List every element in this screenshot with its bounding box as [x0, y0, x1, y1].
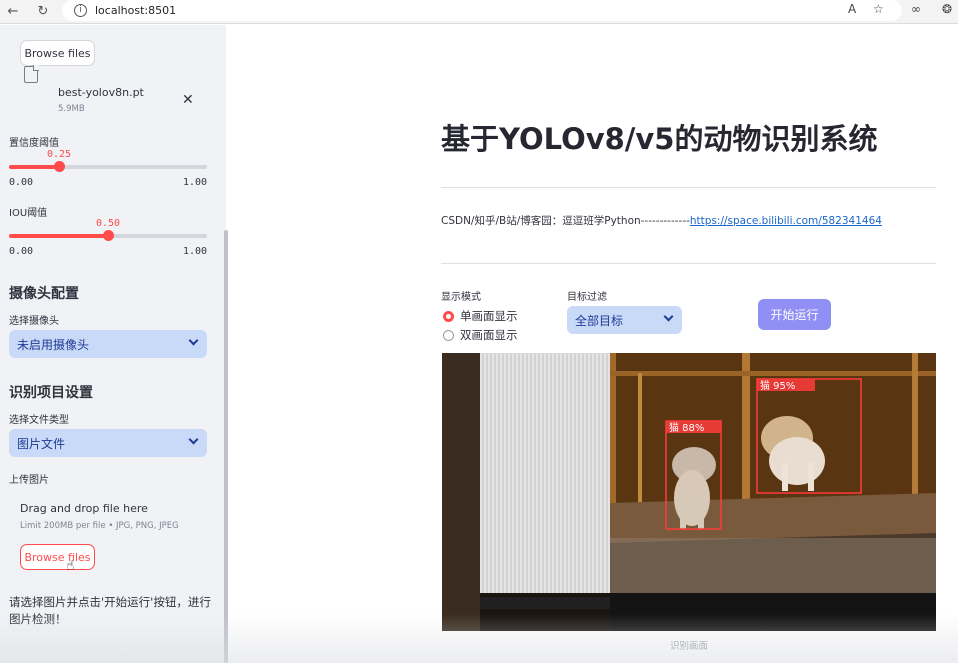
upload-image-label: 上传图片	[9, 475, 49, 486]
extensions-icon[interactable]: ∞	[911, 2, 921, 16]
dropzone-title: Drag and drop file here	[20, 502, 148, 515]
chevron-down-icon	[663, 311, 674, 322]
credit-text: CSDN/知乎/B站/博客园：逗逗班学Python-------------	[441, 215, 690, 227]
radio-selected-icon	[443, 310, 454, 322]
remove-file-icon[interactable]: ✕	[182, 92, 194, 108]
chevron-down-icon	[188, 335, 199, 346]
iou-slider[interactable]	[9, 230, 207, 241]
info-message: 请选择图片并点击'开始运行'按钮，进行图片检测！	[9, 595, 211, 626]
iou-label: IOU阈值	[9, 208, 48, 219]
confidence-slider-thumb[interactable]	[53, 161, 65, 172]
radio-dual-view[interactable]: 双画面显示	[443, 327, 518, 343]
favorite-star-icon[interactable]: ☆	[873, 2, 884, 16]
radio-single-view[interactable]: 单画面显示	[443, 308, 518, 324]
radio-label: 双画面显示	[460, 328, 518, 342]
read-aloud-icon[interactable]: A	[848, 2, 856, 16]
file-type-select-value: 图片文件	[17, 436, 66, 451]
chevron-down-icon	[188, 434, 199, 445]
file-size: 5.9MB	[58, 104, 85, 114]
url-text: localhost:8501	[95, 4, 177, 17]
detection-scene: 猫 88% 猫 95%	[442, 353, 936, 631]
dropzone-limit: Limit 200MB per file • JPG, PNG, JPEG	[20, 521, 179, 531]
page-title: 基于YOLOv8/v5的动物识别系统	[441, 122, 878, 156]
uploaded-file: best-yolov8n.pt 5.9MB ✕	[22, 62, 202, 114]
camera-select-label: 选择摄像头	[9, 316, 59, 327]
target-filter-select[interactable]: 全部目标	[567, 306, 682, 334]
target-filter-label: 目标过滤	[567, 292, 607, 303]
file-name: best-yolov8n.pt	[58, 86, 144, 99]
detection-image: 猫 88% 猫 95%	[442, 353, 936, 631]
sidebar-scrollbar[interactable]	[224, 230, 228, 663]
divider	[441, 263, 936, 264]
hand-cursor-icon: ☝	[66, 558, 75, 574]
confidence-slider-fill	[9, 165, 59, 169]
info-icon[interactable]: i	[74, 4, 87, 17]
iou-max: 1.00	[183, 246, 208, 257]
divider	[441, 187, 936, 188]
detection-label: 猫 88%	[669, 421, 704, 434]
radio-label: 单画面显示	[460, 309, 518, 323]
camera-select[interactable]: 未启用摄像头	[9, 330, 207, 358]
browser-toolbar: ← ↻ i localhost:8501 A ☆ ∞ ❂	[0, 0, 958, 24]
file-type-select[interactable]: 图片文件	[9, 429, 207, 457]
confidence-value: 0.25	[47, 149, 72, 160]
credit-line: CSDN/知乎/B站/博客园：逗逗班学Python-------------ht…	[441, 213, 882, 228]
file-icon	[24, 65, 39, 83]
iou-min: 0.00	[9, 246, 34, 257]
confidence-slider[interactable]	[9, 161, 207, 172]
address-bar[interactable]: i localhost:8501	[62, 0, 902, 21]
display-mode-label: 显示模式	[441, 292, 481, 303]
detection-label: 猫 95%	[760, 379, 795, 392]
confidence-min: 0.00	[9, 177, 34, 188]
detection-section-title: 识别项目设置	[9, 385, 93, 401]
run-button[interactable]: 开始运行	[758, 299, 831, 330]
image-caption: 识别画面	[669, 641, 708, 652]
confidence-max: 1.00	[183, 177, 208, 188]
confidence-label: 置信度阈值	[9, 138, 59, 149]
iou-slider-fill	[9, 234, 108, 238]
camera-select-value: 未启用摄像头	[17, 337, 90, 352]
iou-value: 0.50	[96, 218, 121, 229]
iou-slider-thumb[interactable]	[103, 230, 114, 241]
image-browse-files-button[interactable]: Browse files	[20, 544, 95, 570]
radio-unselected-icon	[443, 329, 454, 341]
target-filter-value: 全部目标	[575, 313, 624, 328]
copilot-icon[interactable]: ❂	[942, 2, 952, 16]
credit-link[interactable]: https://space.bilibili.com/582341464	[690, 215, 882, 227]
back-icon[interactable]: ←	[4, 3, 22, 21]
reload-icon[interactable]: ↻	[34, 3, 52, 21]
camera-section-title: 摄像头配置	[9, 286, 79, 302]
file-type-label: 选择文件类型	[9, 415, 69, 426]
